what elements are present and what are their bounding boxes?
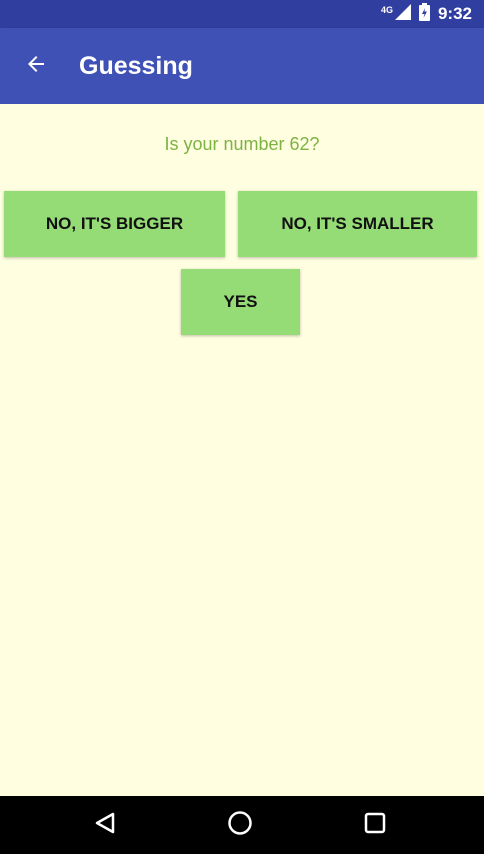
home-circle-icon — [227, 810, 253, 841]
navigation-bar — [0, 796, 484, 854]
recents-square-icon — [363, 811, 387, 840]
nav-home-button[interactable] — [220, 805, 260, 845]
status-bar: 4G 9:32 — [0, 0, 484, 28]
smaller-button[interactable]: NO, IT'S SMALLER — [238, 191, 477, 257]
main-content: Is your number 62? NO, IT'S BIGGER NO, I… — [0, 104, 484, 796]
bigger-button[interactable]: NO, IT'S BIGGER — [4, 191, 225, 257]
status-time: 9:32 — [437, 4, 472, 23]
back-button[interactable] — [12, 42, 60, 90]
signal-icon — [394, 3, 411, 25]
network-type-label: 4G — [380, 4, 393, 15]
app-bar: Guessing — [0, 28, 484, 104]
back-triangle-icon — [93, 811, 117, 840]
arrow-back-icon — [24, 52, 48, 81]
yes-button[interactable]: YES — [181, 269, 300, 335]
nav-back-button[interactable] — [85, 805, 125, 845]
status-icons: 4G 9:32 — [380, 2, 472, 26]
battery-icon — [418, 2, 430, 26]
page-title: Guessing — [79, 51, 193, 80]
nav-recents-button[interactable] — [355, 805, 395, 845]
question-text: Is your number 62? — [164, 134, 320, 154]
